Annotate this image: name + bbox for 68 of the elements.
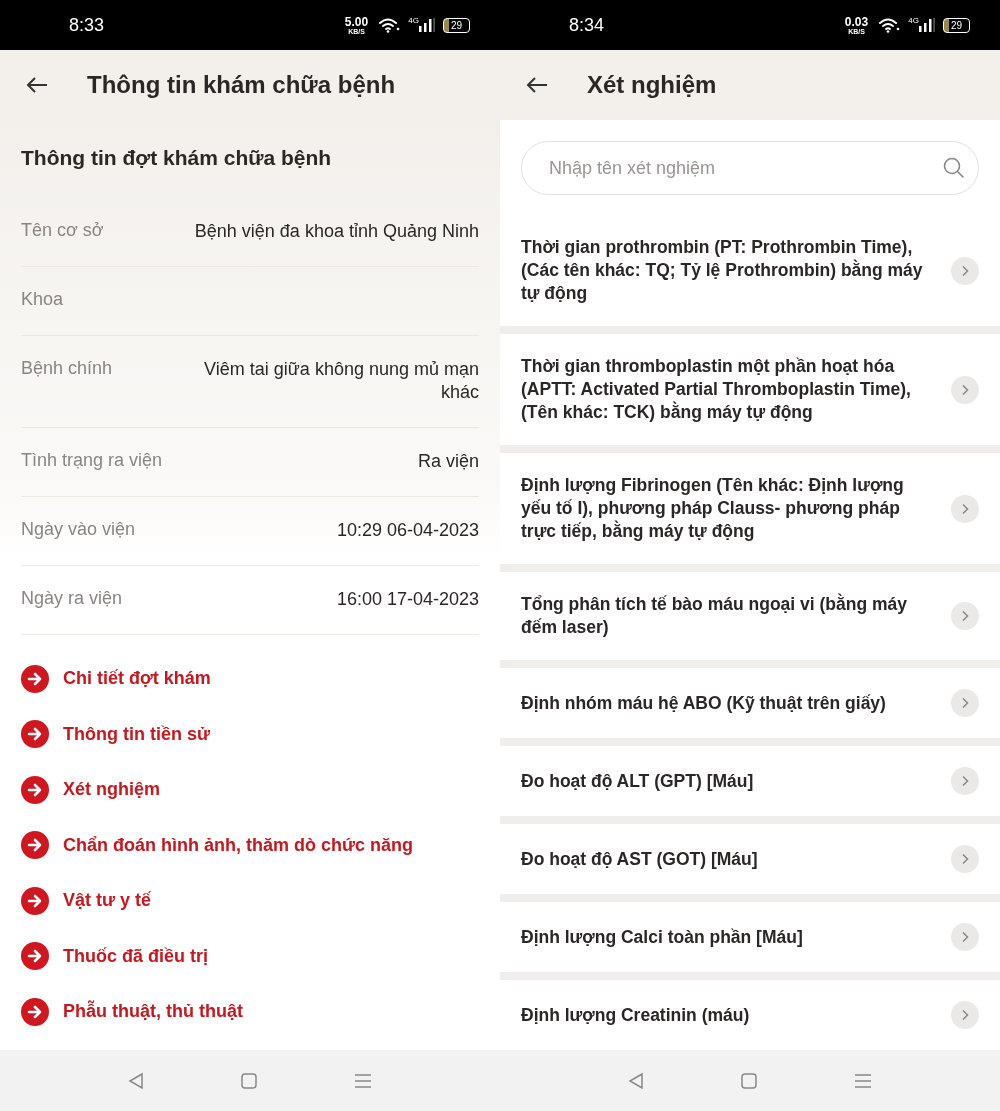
arrow-circle-icon xyxy=(21,831,49,860)
section-link[interactable]: Chẩn đoán hình ảnh, thăm dò chức năng xyxy=(21,819,479,871)
status-time: 8:33 xyxy=(69,14,106,36)
chevron-right-icon xyxy=(951,602,979,630)
chevron-right-icon xyxy=(951,689,979,717)
arrow-circle-icon xyxy=(21,720,49,749)
chevron-right-icon xyxy=(951,845,979,873)
wifi-icon xyxy=(378,17,401,33)
chevron-right-icon xyxy=(951,923,979,951)
field-label: Ngày ra viện xyxy=(21,587,123,610)
back-triangle-icon xyxy=(628,1071,644,1090)
battery-indicator: 29 xyxy=(442,17,470,33)
section-link[interactable]: Chi tiết đợt khám xyxy=(21,652,479,705)
field-label: Bệnh chính xyxy=(21,358,113,380)
status-time: 8:34 xyxy=(569,14,606,36)
chevron-right-icon xyxy=(951,1001,979,1029)
section-link[interactable]: Vật tư y tế xyxy=(21,874,479,927)
menu-lines-icon xyxy=(854,1071,872,1090)
chevron-right-icon xyxy=(951,767,979,795)
section-title: Thông tin đợt khám chữa bệnh xyxy=(21,145,333,171)
screen-title: Xét nghiệm xyxy=(587,71,717,99)
search-icon xyxy=(943,157,965,179)
wifi-icon xyxy=(878,17,901,33)
signal-icon xyxy=(418,18,435,32)
signal-icon xyxy=(918,18,935,32)
field-value: 10:29 06-04-2023 xyxy=(336,518,479,542)
arrow-circle-icon xyxy=(21,997,49,1026)
test-item[interactable]: Thời gian prothrombin (PT: Prothrombin Time), (Các tên khác: TQ; Tỷ lệ Prothrombin) bằng máy tự động xyxy=(500,215,1000,326)
network-type: 4G xyxy=(908,16,919,25)
test-item[interactable]: Định nhóm máu hệ ABO (Kỹ thuật trên giấy) xyxy=(500,668,1000,738)
network-speed: 5.00 xyxy=(344,15,369,28)
test-item[interactable]: Định lượng Fibrinogen (Tên khác: Định lượng yếu tố I), phương pháp Clauss- phương pháp trực tiếp, bằng máy tự động xyxy=(500,453,1000,564)
menu-lines-icon xyxy=(354,1071,372,1090)
screen-title: Thông tin khám chữa bệnh xyxy=(87,71,396,99)
test-item[interactable]: Thời gian thromboplastin một phần hoạt hóa (APTT: Activated Partial Thromboplastin Time), (Tên khác: TCK) bằng máy tự động xyxy=(500,334,1000,445)
chevron-right-icon xyxy=(951,256,979,285)
test-item[interactable]: Định lượng Creatinin (máu) xyxy=(500,980,1000,1050)
field-label: Khoa xyxy=(21,289,64,311)
back-arrow-icon xyxy=(526,77,548,93)
arrow-circle-icon xyxy=(21,942,49,971)
field-value: 16:00 17-04-2023 xyxy=(336,587,479,611)
chevron-right-icon xyxy=(951,375,979,404)
field-value: Bệnh viện đa khoa tỉnh Quảng Ninh xyxy=(194,220,479,243)
section-link[interactable]: Thông tin tiền sử xyxy=(21,708,479,760)
square-icon xyxy=(240,1071,258,1090)
section-link[interactable]: Xét nghiệm xyxy=(21,763,479,816)
network-type: 4G xyxy=(408,16,419,25)
arrow-circle-icon xyxy=(21,664,49,693)
back-triangle-icon xyxy=(128,1071,144,1090)
square-icon xyxy=(740,1071,758,1090)
field-value: Viêm tai giữa không nung mủ mạn khác xyxy=(203,358,479,405)
section-link[interactable]: Thuốc đã điều trị xyxy=(21,930,479,982)
section-link[interactable]: Phẫu thuật, thủ thuật xyxy=(21,985,479,1038)
field-label: Ngày vào viện xyxy=(21,518,136,541)
network-speed: 0.03 xyxy=(844,15,869,28)
arrow-circle-icon xyxy=(21,886,49,915)
test-item[interactable]: Định lượng Calci toàn phần [Máu] xyxy=(500,902,1000,972)
test-item[interactable]: Đo hoạt độ ALT (GPT) [Máu] xyxy=(500,746,1000,816)
chevron-right-icon xyxy=(951,494,979,523)
field-value: Ra viện xyxy=(417,449,479,473)
arrow-circle-icon xyxy=(21,775,49,804)
battery-indicator: 29 xyxy=(942,17,970,33)
field-label: Tên cơ sở xyxy=(21,220,104,242)
test-item[interactable]: Đo hoạt độ AST (GOT) [Máu] xyxy=(500,824,1000,894)
field-label: Tình trạng ra viện xyxy=(21,449,163,472)
search-field[interactable]: Nhập tên xét nghiệm xyxy=(521,141,979,195)
back-arrow-icon xyxy=(26,77,48,93)
test-item[interactable]: Tổng phân tích tế bào máu ngoại vi (bằng máy đếm laser) xyxy=(500,572,1000,660)
